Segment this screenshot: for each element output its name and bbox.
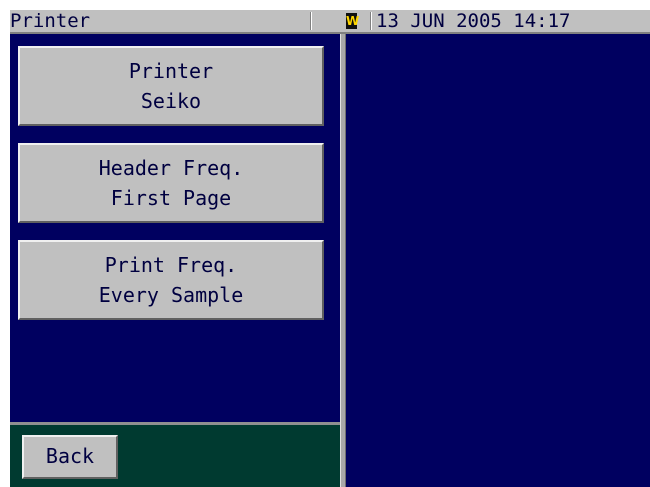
- date-time-display: 13 JUN 2005 14:17: [376, 10, 571, 32]
- page-title: Printer: [10, 10, 91, 32]
- printer-screen: Printer W 13 JUN 2005 14:17 Printer Seik…: [10, 10, 650, 487]
- warning-icon: W: [346, 13, 360, 29]
- title-separator: [310, 12, 312, 30]
- print-frequency-button[interactable]: Print Freq. Every Sample: [18, 240, 324, 320]
- button-label-line2: Seiko: [140, 89, 202, 113]
- button-label-line1: Printer: [128, 59, 214, 83]
- button-label-line2: First Page: [110, 186, 232, 210]
- button-label-line2: Every Sample: [98, 283, 244, 307]
- title-separator: [370, 12, 372, 30]
- menu-panel: Printer Seiko Header Freq. First Page Pr…: [10, 34, 340, 422]
- button-label-line1: Header Freq.: [98, 156, 244, 180]
- header-frequency-button[interactable]: Header Freq. First Page: [18, 143, 324, 223]
- content-panel: [346, 34, 650, 487]
- title-bar: Printer W 13 JUN 2005 14:17: [10, 10, 650, 34]
- footer-bar: Back: [10, 422, 340, 487]
- back-button[interactable]: Back: [22, 435, 118, 479]
- button-label-line1: Print Freq.: [104, 253, 238, 277]
- printer-select-button[interactable]: Printer Seiko: [18, 46, 324, 126]
